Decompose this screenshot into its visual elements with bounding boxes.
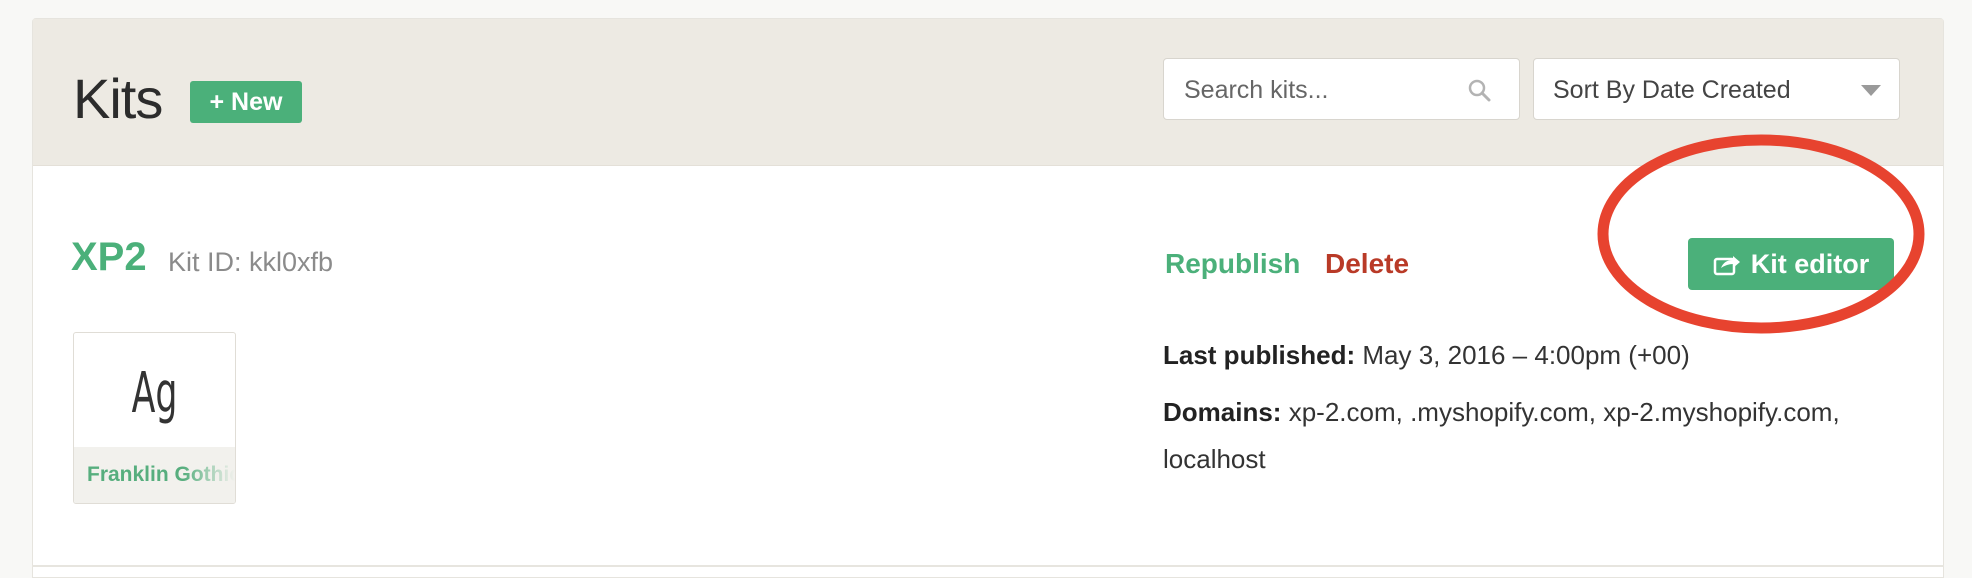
kit-id: Kit ID: kkl0xfb	[168, 247, 334, 277]
sort-selected-value: Sort By Date Created	[1553, 76, 1791, 104]
last-published-label: Last published:	[1163, 340, 1356, 370]
card-divider	[32, 565, 1944, 567]
highlight-circle-annotation	[1597, 134, 1925, 334]
font-tile[interactable]: Ag Franklin Gothic	[73, 332, 236, 504]
font-tile-footer: Franklin Gothic	[74, 447, 235, 503]
search-placeholder: Search kits...	[1184, 76, 1329, 104]
text-fade	[183, 447, 235, 503]
sort-select[interactable]: Sort By Date Created	[1533, 58, 1900, 120]
domains-label: Domains:	[1163, 397, 1282, 427]
republish-link[interactable]: Republish	[1165, 248, 1300, 280]
last-published-value: May 3, 2016 – 4:00pm (+00)	[1362, 340, 1690, 370]
search-icon	[1468, 79, 1491, 102]
last-published: Last published: May 3, 2016 – 4:00pm (+0…	[1163, 339, 1690, 372]
search-input[interactable]: Search kits...	[1163, 58, 1520, 120]
page-title: Kits	[73, 67, 163, 130]
domains: Domains: xp-2.com, .myshopify.com, xp-2.…	[1163, 389, 1903, 483]
kit-name[interactable]: XP2	[71, 235, 147, 280]
delete-link[interactable]: Delete	[1325, 248, 1409, 280]
chevron-down-icon	[1861, 85, 1881, 96]
font-sample: Ag	[131, 361, 178, 426]
new-kit-button[interactable]: + New	[190, 81, 302, 123]
